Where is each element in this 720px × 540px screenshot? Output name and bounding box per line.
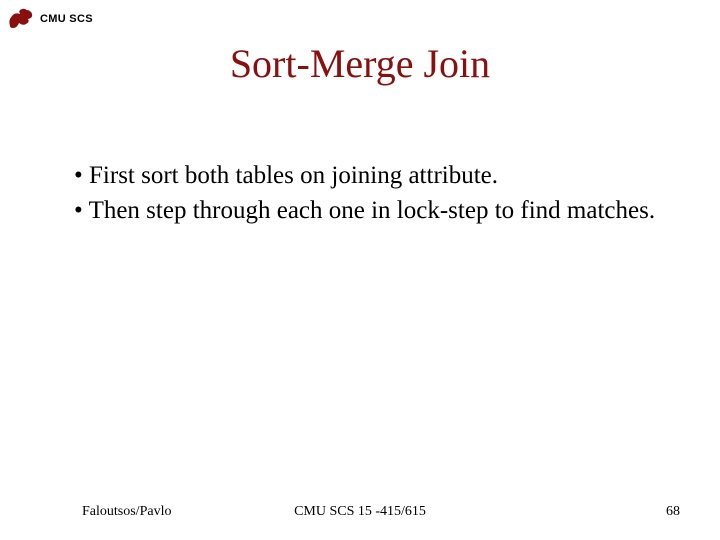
header-org-label: CMU SCS xyxy=(40,13,93,25)
footer-page-number: 68 xyxy=(666,504,680,520)
slide-header: CMU SCS xyxy=(6,6,93,32)
bullet-item: Then step through each one in lock-step … xyxy=(74,195,660,226)
footer-course: CMU SCS 15 -415/615 xyxy=(0,504,720,520)
slide: CMU SCS Sort-Merge Join First sort both … xyxy=(0,0,720,540)
cmu-griffin-icon xyxy=(6,6,34,32)
slide-title: Sort-Merge Join xyxy=(0,40,720,87)
bullet-item: First sort both tables on joining attrib… xyxy=(74,160,660,191)
slide-body: First sort both tables on joining attrib… xyxy=(74,160,660,231)
